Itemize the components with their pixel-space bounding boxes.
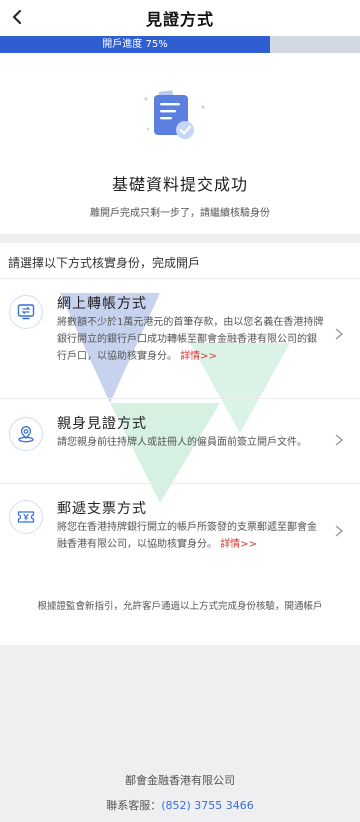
page-root: 見證方式 開戶進度 75% 基礎資料提交成功 離開戶完成只剩一步了，請繼續核驗身… — [0, 0, 360, 822]
cheque-icon — [9, 500, 43, 534]
method-in-person[interactable]: 親身見證方式 請您親身前往持牌人或註冊人的僱員面前簽立開戶文件。 — [0, 399, 360, 484]
method-title: 網上轉帳方式 — [57, 296, 147, 312]
footer-company-name: 鄯會金融香港有限公司 — [125, 774, 235, 787]
page-title: 見證方式 — [145, 10, 214, 29]
methods-heading: 請選擇以下方式核實身份，完成開戶 — [8, 256, 201, 270]
progress-bar: 開戶進度 75% — [0, 36, 360, 53]
progress-label: 開戶進度 75% — [102, 39, 168, 50]
success-card: 基礎資料提交成功 離開戶完成只剩一步了，請繼續核驗身份 — [0, 53, 360, 234]
success-title: 基礎資料提交成功 — [111, 175, 248, 194]
method-desc-text: 將您在香港持牌銀行開立的帳戶所簽發的支票郵遞至鄯會金融香港有限公司，以協助核實身… — [57, 522, 317, 550]
location-person-icon — [9, 417, 43, 451]
method-title: 郵遞支票方式 — [57, 501, 147, 517]
method-description: 請您親身前往持牌人或註冊人的僱員面前簽立開戶文件。 — [57, 434, 325, 451]
method-mail-cheque[interactable]: 郵遞支票方式 將您在香港持牌銀行開立的帳戶所簽發的支票郵遞至鄯會金融香港有限公司… — [0, 484, 360, 579]
method-description: 將數額不少於1萬元港元的首筆存款，由以您名義在香港持牌銀行開立的銀行戶口成功轉帳… — [57, 314, 325, 365]
verification-methods-panel: 請選擇以下方式核實身份，完成開戶 網上轉帳方式 將數額不少於1萬元港元的首筆存款… — [0, 243, 360, 645]
details-link[interactable]: 詳情>> — [180, 351, 217, 362]
customer-service: 聯系客服：(852) 3755 3466 — [0, 797, 360, 813]
top-nav-bar: 見證方式 — [0, 0, 360, 36]
document-check-icon — [140, 85, 208, 145]
phone-link[interactable]: (852) 3755 3466 — [161, 799, 254, 812]
customer-service-label: 聯系客服： — [106, 799, 162, 812]
regulatory-notice: 根據證監會新指引，允許客戶通過以上方式完成身份核驗，開通帳戶 — [37, 601, 323, 612]
method-description: 將您在香港持牌銀行開立的帳戶所簽發的支票郵遞至鄯會金融香港有限公司，以協助核實身… — [57, 519, 325, 553]
method-online-transfer[interactable]: 網上轉帳方式 將數額不少於1萬元港元的首筆存款，由以您名義在香港持牌銀行開立的銀… — [0, 279, 360, 399]
details-link[interactable]: 詳情>> — [220, 539, 257, 550]
method-title: 親身見證方式 — [57, 416, 147, 432]
chevron-right-icon — [335, 434, 344, 446]
chevron-left-icon[interactable] — [6, 4, 28, 30]
chevron-right-icon — [335, 525, 344, 537]
success-subtitle: 離開戶完成只剩一步了，請繼續核驗身份 — [90, 208, 270, 219]
transfer-screen-icon — [9, 295, 43, 329]
method-desc-text: 請您親身前往持牌人或註冊人的僱員面前簽立開戶文件。 — [57, 437, 307, 448]
chevron-right-icon — [335, 328, 344, 340]
